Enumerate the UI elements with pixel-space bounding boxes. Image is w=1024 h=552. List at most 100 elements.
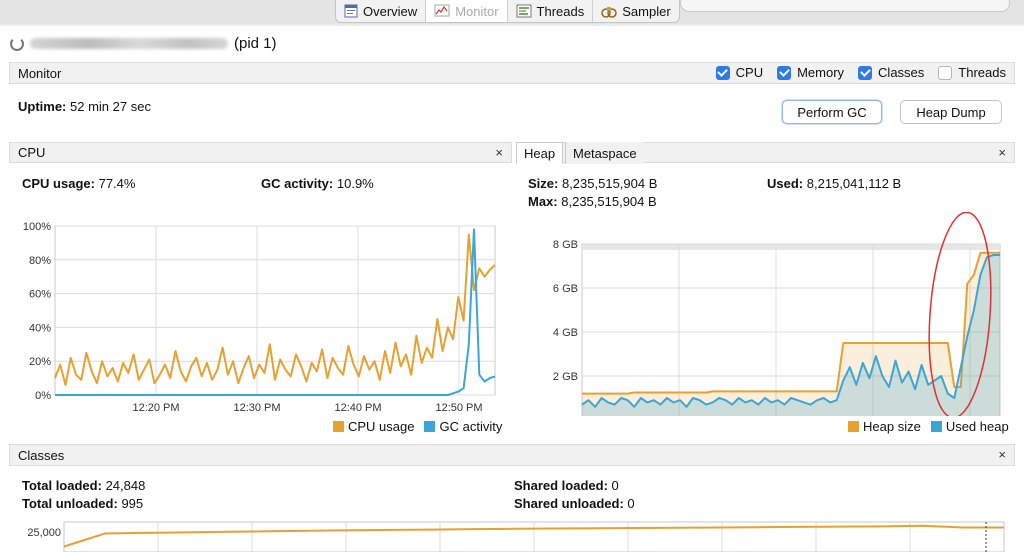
- total-loaded-label: Total loaded:: [22, 478, 102, 493]
- tab-threads-label: Threads: [536, 3, 585, 19]
- close-cpu-panel-icon[interactable]: ×: [495, 145, 503, 160]
- uptime: Uptime: 52 min 27 sec: [18, 99, 151, 114]
- heap-size-stat: Size: 8,235,515,904 B: [528, 176, 657, 191]
- y-tick-label: 2 GB: [553, 371, 578, 383]
- y-tick-label: 80%: [29, 255, 51, 267]
- main-panel: (pid 1) Monitor CPU Memory Classes Threa…: [0, 26, 1024, 552]
- heap-used-label: Used:: [767, 176, 804, 191]
- checkbox-checked-icon[interactable]: [715, 65, 730, 80]
- blue-swatch-icon: [930, 421, 942, 432]
- shared-loaded-stat: Shared loaded: 0: [514, 478, 619, 493]
- legend-heap-size: Heap size: [848, 419, 921, 434]
- x-tick-label: 12:50 PM: [435, 402, 482, 414]
- heap-chart-svg: 0 GB2 GB4 GB6 GB8 GB12:20 PM12:30 PM12:4…: [553, 212, 1001, 416]
- memory-checkbox[interactable]: Memory: [777, 65, 844, 80]
- perform-gc-button[interactable]: Perform GC: [782, 100, 882, 124]
- threads-icon: [516, 4, 532, 18]
- cpu-panel-title: CPU: [18, 145, 46, 160]
- heap-used-value: 8,215,041,112 B: [806, 176, 902, 191]
- blue-swatch-icon: [424, 421, 436, 432]
- shared-unloaded-label: Shared unloaded:: [514, 496, 624, 511]
- classes-chart: 25,000: [14, 518, 1014, 552]
- classes-panel-title: Classes: [18, 447, 65, 463]
- y-tick-label: 0 GB: [553, 415, 578, 416]
- overview-icon: [344, 4, 358, 18]
- redacted-app-name: [30, 38, 228, 49]
- y-tick-label: 25,000: [27, 527, 61, 539]
- close-classes-panel-icon[interactable]: ×: [998, 447, 1006, 462]
- y-tick-label: 100%: [23, 221, 51, 233]
- cpu-chart-svg: 0% 20% 40% 60% 80% 100% 12:20 PM 12:30 PM 12:40 …: [23, 221, 496, 414]
- heap-legend: Heap size Used heap: [848, 419, 1009, 434]
- legend-heap-size-label: Heap size: [863, 419, 921, 434]
- classes-checkbox-label: Classes: [878, 65, 925, 80]
- x-tick-label: 12:40 PM: [334, 402, 381, 414]
- total-unloaded-label: Total unloaded:: [22, 496, 118, 511]
- view-tabs: Overview Monitor Threads Sampler: [335, 0, 680, 23]
- heap-used-stat: Used: 8,215,041,112 B: [767, 176, 901, 191]
- legend-used-heap-label: Used heap: [945, 419, 1009, 434]
- total-unloaded-stat: Total unloaded: 995: [22, 496, 143, 511]
- heap-panel-header: Heap Metaspace ×: [516, 142, 1015, 164]
- tab-threads[interactable]: Threads: [508, 0, 594, 22]
- monitor-checkboxes: CPU Memory Classes Threads: [715, 65, 1006, 80]
- gc-activity-stat: GC activity: 10.9%: [261, 176, 374, 191]
- checkbox-unchecked-icon[interactable]: [938, 65, 953, 80]
- heap-dump-button[interactable]: Heap Dump: [900, 100, 1002, 124]
- shared-loaded-value: 0: [611, 478, 619, 493]
- tab-overview[interactable]: Overview: [336, 0, 427, 22]
- legend-gc-activity: GC activity: [424, 419, 502, 434]
- tab-heap[interactable]: Heap: [516, 142, 564, 164]
- y-tick-label: 20%: [29, 356, 51, 368]
- monitor-section-header: Monitor CPU Memory Classes Threads: [9, 62, 1015, 84]
- tab-metaspace[interactable]: Metaspace: [565, 142, 644, 164]
- tab-overview-label: Overview: [363, 3, 418, 19]
- threads-checkbox-label: Threads: [958, 65, 1006, 80]
- heap-max-label: Max:: [528, 194, 558, 209]
- cpu-usage-value: 77.4%: [98, 176, 136, 191]
- checkbox-checked-icon[interactable]: [858, 65, 873, 80]
- heap-chart: 0 GB2 GB4 GB6 GB8 GB12:20 PM12:30 PM12:4…: [520, 212, 1010, 416]
- threads-checkbox[interactable]: Threads: [938, 65, 1006, 80]
- monitor-icon: [434, 4, 450, 18]
- memory-checkbox-label: Memory: [797, 65, 845, 80]
- cpu-usage-label: CPU usage:: [22, 176, 95, 191]
- legend-cpu-usage-label: CPU usage: [348, 419, 415, 434]
- classes-checkbox[interactable]: Classes: [858, 65, 924, 80]
- close-heap-panel-icon[interactable]: ×: [998, 145, 1006, 160]
- y-tick-label: 60%: [29, 289, 51, 301]
- y-tick-label: 4 GB: [553, 327, 578, 339]
- total-loaded-stat: Total loaded: 24,848: [22, 478, 145, 493]
- uptime-label: Uptime:: [18, 99, 67, 114]
- visualvm-window: Overview Monitor Threads Sampler (pid 1)…: [0, 0, 1024, 552]
- cpu-legend: CPU usage GC activity: [333, 419, 502, 434]
- tab-sampler-label: Sampler: [622, 3, 671, 19]
- tab-sampler[interactable]: Sampler: [593, 0, 678, 22]
- classes-chart-svg: 25,000: [27, 521, 1005, 552]
- orange-swatch-icon: [333, 421, 344, 432]
- cpu-usage-stat: CPU usage: 77.4%: [22, 176, 135, 191]
- heap-size-value: 8,235,515,904 B: [561, 176, 658, 191]
- shared-unloaded-value: 0: [627, 496, 635, 511]
- shared-loaded-label: Shared loaded:: [514, 478, 608, 493]
- tab-monitor[interactable]: Monitor: [426, 0, 508, 22]
- uptime-value: 52 min 27 sec: [70, 99, 151, 114]
- legend-gc-activity-label: GC activity: [439, 419, 503, 434]
- cpu-chart: 0% 20% 40% 60% 80% 100% 12:20 PM 12:30 PM 12:40 …: [14, 196, 500, 416]
- cpu-checkbox[interactable]: CPU: [715, 65, 763, 80]
- total-unloaded-value: 995: [121, 496, 144, 511]
- y-tick-label: 0%: [35, 390, 51, 402]
- search-field[interactable]: [680, 0, 1010, 12]
- legend-cpu-usage: CPU usage: [333, 419, 414, 434]
- orange-swatch-icon: [848, 421, 859, 432]
- legend-used-heap: Used heap: [930, 419, 1009, 434]
- sampler-icon: [601, 4, 617, 18]
- gc-activity-label: GC activity:: [261, 176, 334, 191]
- y-tick-label: 8 GB: [553, 239, 578, 251]
- x-tick-label: 12:20 PM: [132, 402, 179, 414]
- checkbox-checked-icon[interactable]: [777, 65, 792, 80]
- application-title: (pid 1): [10, 35, 277, 52]
- heap-max-stat: Max: 8,235,515,904 B: [528, 194, 657, 209]
- heap-max-value: 8,235,515,904 B: [561, 194, 657, 209]
- tab-strip: Overview Monitor Threads Sampler: [0, 0, 1024, 24]
